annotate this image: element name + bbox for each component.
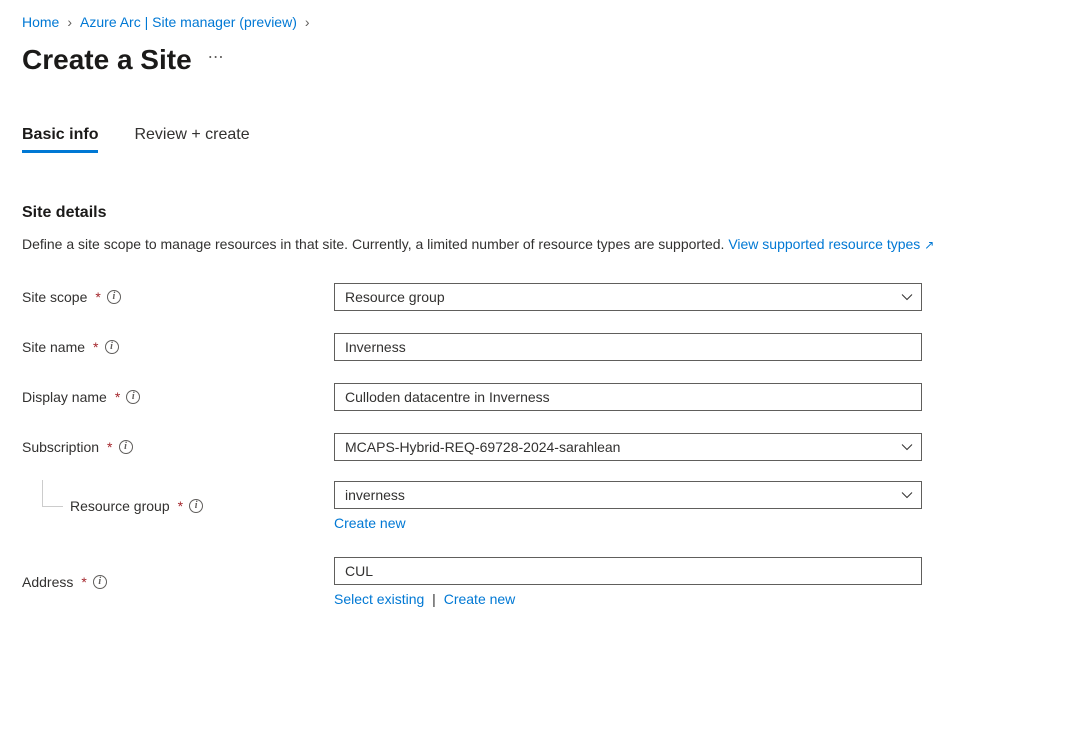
chevron-right-icon: › — [67, 14, 72, 30]
info-icon[interactable]: i — [189, 499, 203, 513]
section-description: Define a site scope to manage resources … — [22, 234, 1022, 255]
subscription-select[interactable]: MCAPS-Hybrid-REQ-69728-2024-sarahlean — [334, 433, 922, 461]
section-heading: Site details — [22, 204, 1055, 222]
info-icon[interactable]: i — [93, 575, 107, 589]
info-icon[interactable]: i — [126, 390, 140, 404]
site-name-label: Site name — [22, 339, 85, 355]
supported-resource-types-link[interactable]: View supported resource types↗ — [728, 236, 934, 252]
info-icon[interactable]: i — [119, 440, 133, 454]
chevron-down-icon — [901, 441, 913, 453]
address-label: Address — [22, 574, 73, 590]
tab-basic-info[interactable]: Basic info — [22, 126, 98, 152]
site-details-section: Site details Define a site scope to mana… — [22, 204, 1055, 607]
breadcrumb-home[interactable]: Home — [22, 14, 59, 30]
site-scope-select[interactable]: Resource group — [334, 283, 922, 311]
chevron-down-icon — [901, 489, 913, 501]
display-name-label: Display name — [22, 389, 107, 405]
display-name-input[interactable] — [334, 383, 922, 411]
chevron-right-icon: › — [305, 14, 310, 30]
breadcrumb: Home › Azure Arc | Site manager (preview… — [22, 14, 1055, 30]
address-select-existing-link[interactable]: Select existing — [334, 591, 424, 607]
external-link-icon: ↗ — [924, 238, 934, 252]
resource-group-select[interactable]: inverness — [334, 481, 922, 509]
site-scope-label: Site scope — [22, 289, 87, 305]
tab-bar: Basic info Review + create — [22, 126, 1055, 152]
subscription-label: Subscription — [22, 439, 99, 455]
info-icon[interactable]: i — [107, 290, 121, 304]
breadcrumb-parent[interactable]: Azure Arc | Site manager (preview) — [80, 14, 297, 30]
chevron-down-icon — [901, 291, 913, 303]
required-indicator: * — [81, 574, 86, 590]
required-indicator: * — [95, 289, 100, 305]
required-indicator: * — [107, 439, 112, 455]
address-input[interactable] — [334, 557, 922, 585]
tab-review-create[interactable]: Review + create — [134, 126, 249, 152]
required-indicator: * — [93, 339, 98, 355]
required-indicator: * — [115, 389, 120, 405]
resource-group-label: Resource group — [70, 498, 170, 514]
divider: | — [432, 591, 436, 607]
resource-group-create-new-link[interactable]: Create new — [334, 515, 406, 531]
info-icon[interactable]: i — [105, 340, 119, 354]
site-name-input[interactable] — [334, 333, 922, 361]
page-title: Create a Site — [22, 44, 192, 76]
more-menu-button[interactable]: ⋯ — [208, 47, 225, 67]
required-indicator: * — [178, 498, 183, 514]
address-create-new-link[interactable]: Create new — [444, 591, 516, 607]
